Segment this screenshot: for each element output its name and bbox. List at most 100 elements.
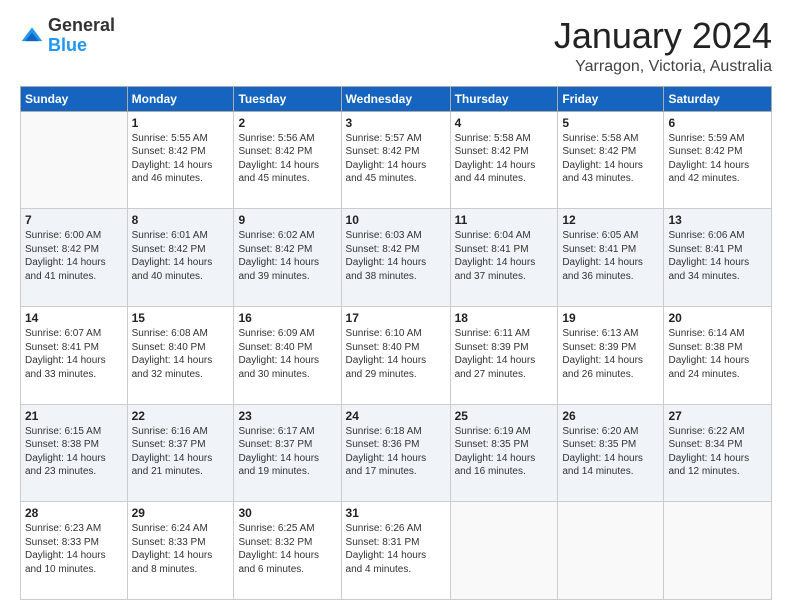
logo-text: General Blue xyxy=(48,16,115,56)
header: General Blue January 2024 Yarragon, Vict… xyxy=(20,16,772,76)
day-info: Sunrise: 5:57 AMSunset: 8:42 PMDaylight:… xyxy=(346,132,446,186)
table-row: 4Sunrise: 5:58 AMSunset: 8:42 PMDaylight… xyxy=(450,111,558,209)
page: General Blue January 2024 Yarragon, Vict… xyxy=(0,0,792,612)
table-row xyxy=(664,502,772,600)
header-row: Sunday Monday Tuesday Wednesday Thursday… xyxy=(21,86,772,111)
logo: General Blue xyxy=(20,16,115,56)
day-info: Sunrise: 5:58 AMSunset: 8:42 PMDaylight:… xyxy=(562,132,659,186)
day-number: 21 xyxy=(25,408,123,424)
table-row: 29Sunrise: 6:24 AMSunset: 8:33 PMDayligh… xyxy=(127,502,234,600)
table-row: 26Sunrise: 6:20 AMSunset: 8:35 PMDayligh… xyxy=(558,404,664,502)
day-number: 15 xyxy=(132,310,230,326)
day-number: 1 xyxy=(132,115,230,131)
col-sunday: Sunday xyxy=(21,86,128,111)
table-row: 11Sunrise: 6:04 AMSunset: 8:41 PMDayligh… xyxy=(450,209,558,307)
calendar-row-1: 1Sunrise: 5:55 AMSunset: 8:42 PMDaylight… xyxy=(21,111,772,209)
day-number: 7 xyxy=(25,212,123,228)
day-number: 14 xyxy=(25,310,123,326)
table-row: 31Sunrise: 6:26 AMSunset: 8:31 PMDayligh… xyxy=(341,502,450,600)
location-title: Yarragon, Victoria, Australia xyxy=(554,58,772,76)
day-info: Sunrise: 5:58 AMSunset: 8:42 PMDaylight:… xyxy=(455,132,554,186)
day-info: Sunrise: 6:25 AMSunset: 8:32 PMDaylight:… xyxy=(238,522,336,576)
table-row: 12Sunrise: 6:05 AMSunset: 8:41 PMDayligh… xyxy=(558,209,664,307)
col-friday: Friday xyxy=(558,86,664,111)
day-number: 2 xyxy=(238,115,336,131)
table-row: 19Sunrise: 6:13 AMSunset: 8:39 PMDayligh… xyxy=(558,306,664,404)
day-info: Sunrise: 6:23 AMSunset: 8:33 PMDaylight:… xyxy=(25,522,123,576)
day-number: 18 xyxy=(455,310,554,326)
col-saturday: Saturday xyxy=(664,86,772,111)
day-number: 8 xyxy=(132,212,230,228)
table-row xyxy=(558,502,664,600)
day-number: 31 xyxy=(346,505,446,521)
day-info: Sunrise: 6:04 AMSunset: 8:41 PMDaylight:… xyxy=(455,229,554,283)
day-number: 27 xyxy=(668,408,767,424)
table-row: 13Sunrise: 6:06 AMSunset: 8:41 PMDayligh… xyxy=(664,209,772,307)
table-row: 16Sunrise: 6:09 AMSunset: 8:40 PMDayligh… xyxy=(234,306,341,404)
day-info: Sunrise: 6:00 AMSunset: 8:42 PMDaylight:… xyxy=(25,229,123,283)
day-info: Sunrise: 6:15 AMSunset: 8:38 PMDaylight:… xyxy=(25,425,123,479)
table-row: 27Sunrise: 6:22 AMSunset: 8:34 PMDayligh… xyxy=(664,404,772,502)
table-row: 14Sunrise: 6:07 AMSunset: 8:41 PMDayligh… xyxy=(21,306,128,404)
table-row: 25Sunrise: 6:19 AMSunset: 8:35 PMDayligh… xyxy=(450,404,558,502)
logo-blue-text: Blue xyxy=(48,35,87,55)
day-number: 12 xyxy=(562,212,659,228)
title-block: January 2024 Yarragon, Victoria, Austral… xyxy=(554,16,772,76)
day-number: 13 xyxy=(668,212,767,228)
table-row: 2Sunrise: 5:56 AMSunset: 8:42 PMDaylight… xyxy=(234,111,341,209)
table-row: 30Sunrise: 6:25 AMSunset: 8:32 PMDayligh… xyxy=(234,502,341,600)
table-row: 24Sunrise: 6:18 AMSunset: 8:36 PMDayligh… xyxy=(341,404,450,502)
day-info: Sunrise: 6:08 AMSunset: 8:40 PMDaylight:… xyxy=(132,327,230,381)
day-number: 20 xyxy=(668,310,767,326)
day-info: Sunrise: 6:01 AMSunset: 8:42 PMDaylight:… xyxy=(132,229,230,283)
day-number: 4 xyxy=(455,115,554,131)
day-info: Sunrise: 6:02 AMSunset: 8:42 PMDaylight:… xyxy=(238,229,336,283)
col-tuesday: Tuesday xyxy=(234,86,341,111)
day-number: 16 xyxy=(238,310,336,326)
day-number: 17 xyxy=(346,310,446,326)
table-row xyxy=(450,502,558,600)
logo-icon xyxy=(20,24,44,48)
table-row: 23Sunrise: 6:17 AMSunset: 8:37 PMDayligh… xyxy=(234,404,341,502)
day-info: Sunrise: 6:14 AMSunset: 8:38 PMDaylight:… xyxy=(668,327,767,381)
day-info: Sunrise: 6:13 AMSunset: 8:39 PMDaylight:… xyxy=(562,327,659,381)
day-info: Sunrise: 6:26 AMSunset: 8:31 PMDaylight:… xyxy=(346,522,446,576)
day-number: 10 xyxy=(346,212,446,228)
day-number: 30 xyxy=(238,505,336,521)
calendar-row-4: 21Sunrise: 6:15 AMSunset: 8:38 PMDayligh… xyxy=(21,404,772,502)
day-info: Sunrise: 5:55 AMSunset: 8:42 PMDaylight:… xyxy=(132,132,230,186)
calendar-row-2: 7Sunrise: 6:00 AMSunset: 8:42 PMDaylight… xyxy=(21,209,772,307)
table-row: 22Sunrise: 6:16 AMSunset: 8:37 PMDayligh… xyxy=(127,404,234,502)
day-info: Sunrise: 6:10 AMSunset: 8:40 PMDaylight:… xyxy=(346,327,446,381)
day-info: Sunrise: 6:06 AMSunset: 8:41 PMDaylight:… xyxy=(668,229,767,283)
table-row: 8Sunrise: 6:01 AMSunset: 8:42 PMDaylight… xyxy=(127,209,234,307)
day-info: Sunrise: 6:22 AMSunset: 8:34 PMDaylight:… xyxy=(668,425,767,479)
day-info: Sunrise: 6:24 AMSunset: 8:33 PMDaylight:… xyxy=(132,522,230,576)
col-wednesday: Wednesday xyxy=(341,86,450,111)
day-info: Sunrise: 6:16 AMSunset: 8:37 PMDaylight:… xyxy=(132,425,230,479)
day-info: Sunrise: 6:18 AMSunset: 8:36 PMDaylight:… xyxy=(346,425,446,479)
table-row: 6Sunrise: 5:59 AMSunset: 8:42 PMDaylight… xyxy=(664,111,772,209)
day-number: 9 xyxy=(238,212,336,228)
table-row: 3Sunrise: 5:57 AMSunset: 8:42 PMDaylight… xyxy=(341,111,450,209)
col-thursday: Thursday xyxy=(450,86,558,111)
calendar-row-5: 28Sunrise: 6:23 AMSunset: 8:33 PMDayligh… xyxy=(21,502,772,600)
day-number: 22 xyxy=(132,408,230,424)
table-row xyxy=(21,111,128,209)
day-info: Sunrise: 6:19 AMSunset: 8:35 PMDaylight:… xyxy=(455,425,554,479)
day-info: Sunrise: 6:17 AMSunset: 8:37 PMDaylight:… xyxy=(238,425,336,479)
day-number: 26 xyxy=(562,408,659,424)
table-row: 1Sunrise: 5:55 AMSunset: 8:42 PMDaylight… xyxy=(127,111,234,209)
table-row: 9Sunrise: 6:02 AMSunset: 8:42 PMDaylight… xyxy=(234,209,341,307)
day-number: 19 xyxy=(562,310,659,326)
table-row: 20Sunrise: 6:14 AMSunset: 8:38 PMDayligh… xyxy=(664,306,772,404)
calendar-row-3: 14Sunrise: 6:07 AMSunset: 8:41 PMDayligh… xyxy=(21,306,772,404)
calendar: Sunday Monday Tuesday Wednesday Thursday… xyxy=(20,86,772,600)
table-row: 18Sunrise: 6:11 AMSunset: 8:39 PMDayligh… xyxy=(450,306,558,404)
col-monday: Monday xyxy=(127,86,234,111)
table-row: 7Sunrise: 6:00 AMSunset: 8:42 PMDaylight… xyxy=(21,209,128,307)
table-row: 28Sunrise: 6:23 AMSunset: 8:33 PMDayligh… xyxy=(21,502,128,600)
table-row: 17Sunrise: 6:10 AMSunset: 8:40 PMDayligh… xyxy=(341,306,450,404)
day-number: 3 xyxy=(346,115,446,131)
day-number: 29 xyxy=(132,505,230,521)
